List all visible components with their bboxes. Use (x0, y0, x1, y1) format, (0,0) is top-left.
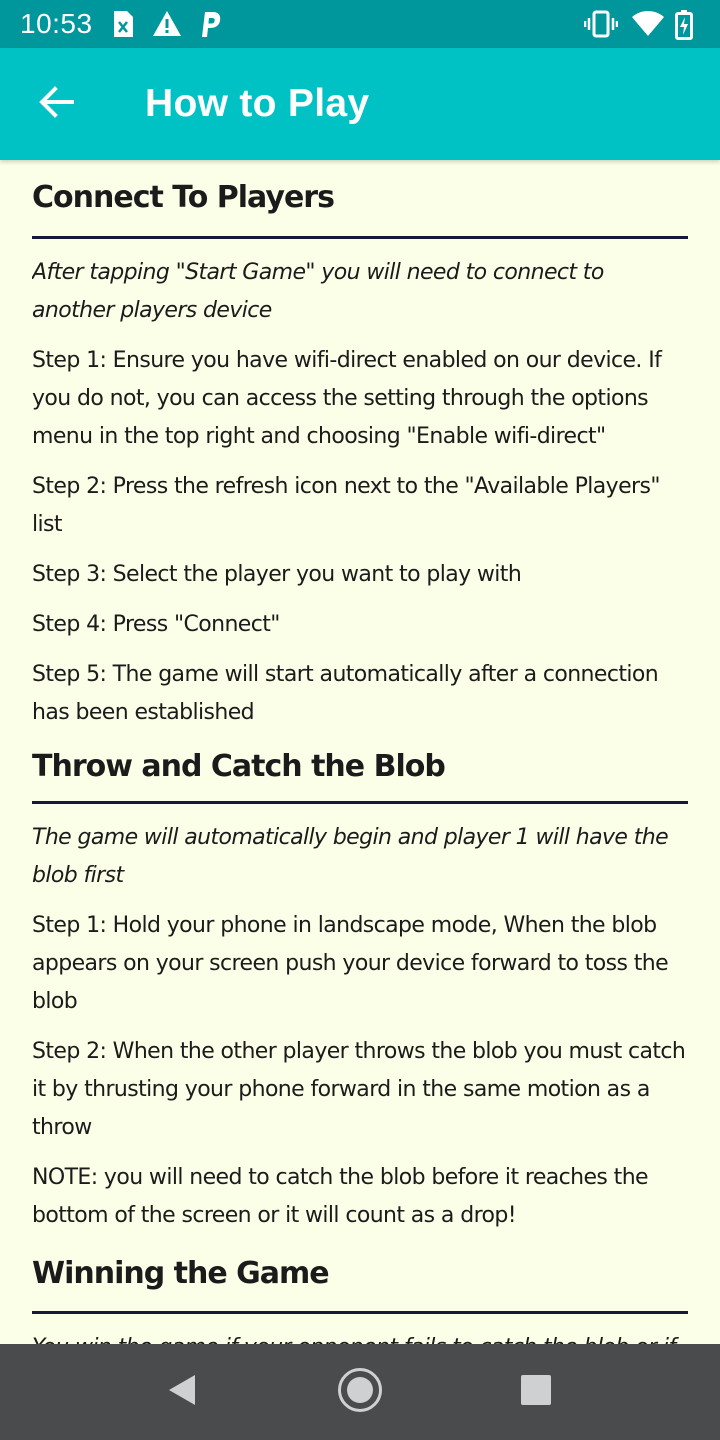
section-connect-to-players: Connect To Players After tapping "Start … (32, 179, 688, 732)
section-title: Throw and Catch the Blob (32, 749, 446, 784)
step-text: Step 2: Press the refresh icon next to t… (32, 474, 660, 537)
section-title: Winning the Game (32, 1256, 330, 1291)
step-text: Step 3: Select the player you want to pl… (32, 562, 522, 587)
nav-back-button[interactable] (154, 1364, 210, 1420)
back-triangle-icon (167, 1373, 197, 1411)
wifi-icon (631, 10, 665, 42)
home-circle-icon (337, 1367, 383, 1417)
section-title: Connect To Players (32, 180, 335, 215)
page-title: How to Play (145, 82, 370, 125)
section-divider (32, 236, 688, 239)
status-time: 10:53 (20, 8, 93, 39)
section-intro: You win the game if your opponent fails … (32, 1329, 688, 1344)
arrow-back-icon (38, 84, 74, 124)
vibrate-icon (583, 10, 619, 42)
step-text: Step 2: When the other player throws the… (32, 1039, 686, 1140)
section-intro: The game will automatically begin and pl… (32, 825, 669, 888)
instructions-scroll-view[interactable]: Connect To Players After tapping "Start … (32, 160, 688, 1344)
nav-home-button[interactable] (332, 1364, 388, 1420)
step-text: Step 5: The game will start automaticall… (32, 662, 659, 725)
navigation-bar (0, 1344, 720, 1440)
section-throw-and-catch: Throw and Catch the Blob The game will a… (32, 748, 688, 1235)
status-bar: 10:53 (0, 0, 720, 48)
section-divider (32, 1311, 688, 1314)
sim-card-icon (111, 10, 135, 42)
section-winning-the-game: Winning the Game You win the game if you… (32, 1255, 688, 1344)
step-text: Step 1: Ensure you have wifi-direct enab… (32, 348, 662, 449)
back-button[interactable] (24, 72, 88, 136)
recents-square-icon (520, 1374, 552, 1410)
warning-icon (152, 10, 182, 42)
note-text: NOTE: you will need to catch the blob be… (32, 1165, 649, 1228)
section-intro: After tapping "Start Game" you will need… (32, 260, 604, 323)
section-divider (32, 801, 688, 804)
step-text: Step 4: Press "Connect" (32, 612, 280, 637)
nav-recents-button[interactable] (508, 1364, 564, 1420)
parking-icon (198, 10, 222, 42)
app-bar: How to Play (0, 48, 720, 160)
battery-icon (675, 10, 693, 44)
step-text: Step 1: Hold your phone in landscape mod… (32, 913, 669, 1014)
